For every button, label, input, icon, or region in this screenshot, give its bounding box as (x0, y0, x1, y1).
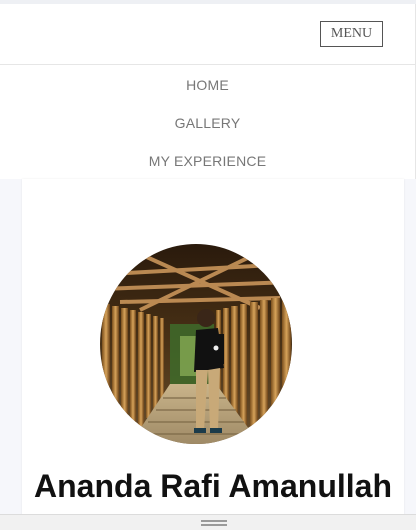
nav-item-my-experience[interactable]: MY EXPERIENCE (0, 153, 415, 169)
bamboo-tunnel-photo-icon (100, 244, 292, 444)
drag-handle-icon[interactable] (201, 520, 227, 526)
header-bar: MENU (0, 4, 416, 65)
nav-item-home[interactable]: HOME (0, 77, 415, 93)
nav-menu: HOME GALLERY MY EXPERIENCE (0, 65, 416, 179)
nav-item-gallery[interactable]: GALLERY (0, 115, 415, 131)
profile-name: Ananda Rafi Amanullah (34, 468, 392, 504)
profile-photo (100, 244, 292, 444)
menu-button[interactable]: MENU (320, 21, 383, 47)
page: MENU HOME GALLERY MY EXPERIENCE Ananda R… (0, 0, 416, 530)
